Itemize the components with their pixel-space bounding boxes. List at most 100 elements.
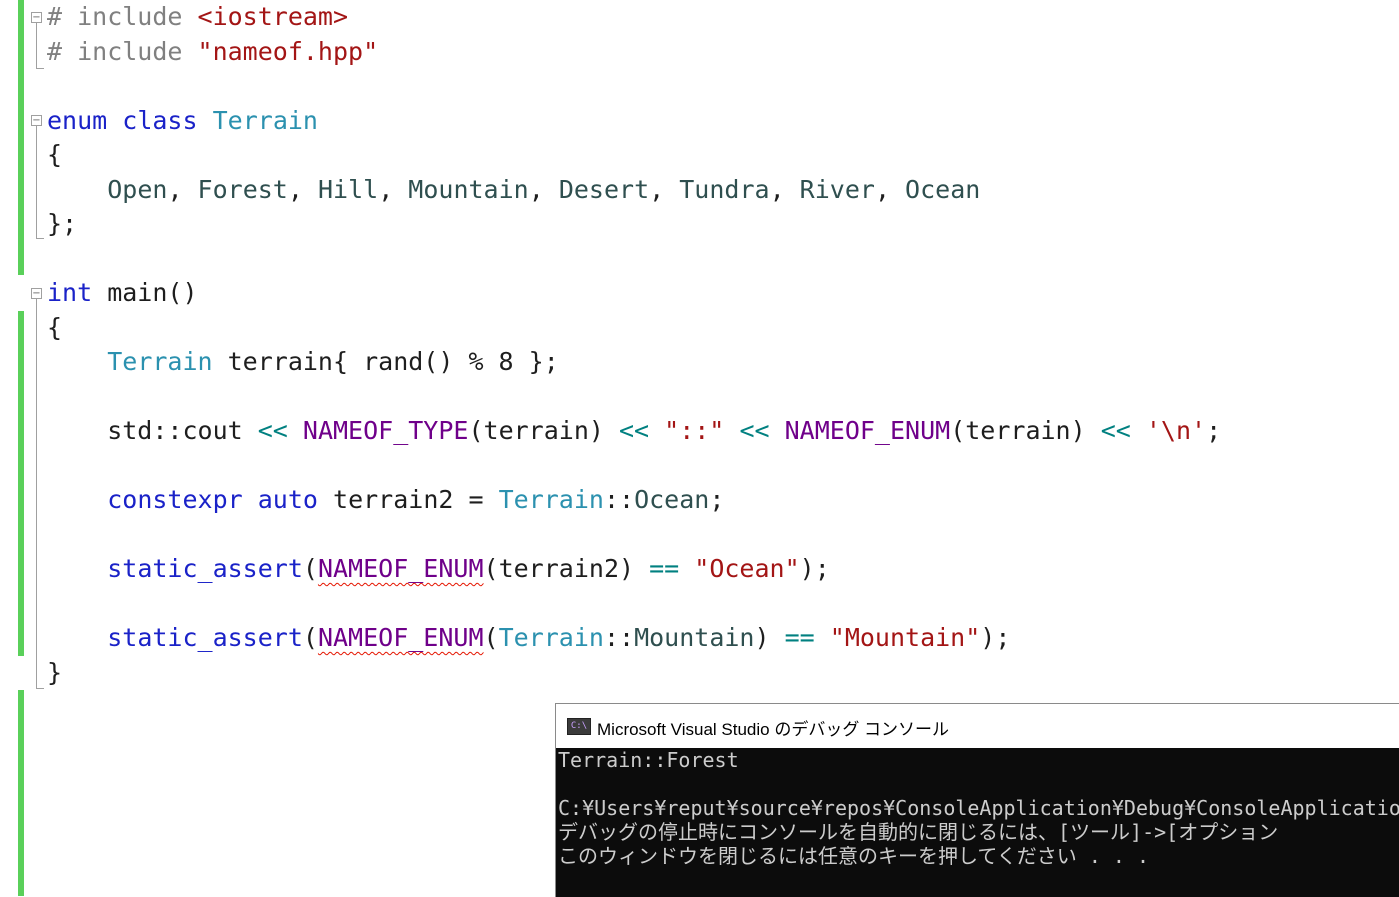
code-token: Terrain xyxy=(107,347,213,376)
code-token: constexpr xyxy=(107,485,243,514)
code-line[interactable]: # include "nameof.hpp" xyxy=(47,35,378,69)
code-token: << xyxy=(618,416,650,445)
change-bar xyxy=(18,311,24,656)
console-line: このウィンドウを閉じるには任意のキーを押してください . . . xyxy=(558,844,1150,868)
code-token: terrain{ rand() % 8 }; xyxy=(212,347,559,376)
code-token: std::cout xyxy=(47,416,258,445)
code-line[interactable]: { xyxy=(47,138,62,172)
code-token: (terrain) xyxy=(950,416,1101,445)
code-token: NAMEOF_ENUM xyxy=(317,554,484,583)
code-token: , xyxy=(769,174,800,204)
code-token: , xyxy=(167,174,198,204)
code-token: Terrain xyxy=(498,623,604,652)
code-line[interactable]: # include <iostream> xyxy=(47,0,348,34)
code-line[interactable]: }; xyxy=(47,207,77,241)
code-token: Forest xyxy=(197,174,288,204)
console-app-icon: C:\ xyxy=(567,718,591,735)
code-token: ( xyxy=(302,623,318,652)
code-token: '\n' xyxy=(1145,416,1207,445)
change-bar xyxy=(18,105,24,275)
fold-end xyxy=(36,238,44,239)
code-token: "::" xyxy=(664,416,725,445)
code-token: }; xyxy=(47,209,78,238)
code-token: # include xyxy=(47,2,198,31)
code-token: == xyxy=(784,623,815,652)
code-token: NAMEOF_TYPE xyxy=(302,416,469,445)
console-line: Terrain::Forest xyxy=(558,748,739,772)
code-token: River xyxy=(799,174,875,204)
code-line[interactable]: static_assert(NAMEOF_ENUM(Terrain::Mount… xyxy=(47,621,1010,655)
code-token: Tundra xyxy=(679,174,770,204)
code-token: } xyxy=(47,657,63,687)
collapse-icon[interactable]: − xyxy=(31,115,42,126)
code-token: class xyxy=(122,105,198,135)
code-token: Ocean xyxy=(634,485,710,514)
change-bar xyxy=(18,690,24,896)
code-line[interactable]: } xyxy=(47,656,62,690)
code-token: "nameof.hpp" xyxy=(197,36,379,66)
code-line[interactable]: { xyxy=(47,311,62,345)
code-token: , xyxy=(378,174,409,204)
code-line[interactable]: Terrain terrain{ rand() % 8 }; xyxy=(47,345,559,379)
code-token: << xyxy=(257,416,288,445)
code-token: , xyxy=(287,174,318,204)
code-token: (terrain2) xyxy=(483,554,650,583)
code-token: << xyxy=(739,416,770,445)
code-token: ( xyxy=(302,554,318,583)
code-line[interactable]: Open, Forest, Hill, Mountain, Desert, Tu… xyxy=(47,173,980,207)
code-token: (terrain) xyxy=(468,416,619,445)
code-token: { xyxy=(47,140,63,169)
console-output[interactable]: Terrain::Forest C:¥Users¥reput¥source¥re… xyxy=(556,748,1399,897)
code-token: NAMEOF_ENUM xyxy=(784,416,951,445)
code-token: enum xyxy=(47,105,108,135)
code-token: auto xyxy=(257,485,318,514)
code-token: == xyxy=(649,554,680,583)
code-token: # include xyxy=(47,36,198,66)
fold-line xyxy=(36,23,37,68)
fold-end xyxy=(36,68,44,69)
code-token: , xyxy=(874,174,906,204)
change-bar xyxy=(18,0,24,105)
code-line[interactable]: constexpr auto terrain2 = Terrain::Ocean… xyxy=(47,483,724,517)
collapse-icon[interactable]: − xyxy=(31,12,42,23)
code-token: main() xyxy=(92,278,198,307)
code-token: { xyxy=(47,312,63,342)
code-token: "Ocean" xyxy=(694,554,800,583)
code-token: ); xyxy=(799,554,830,583)
code-token: Hill xyxy=(317,174,379,204)
code-token: NAMEOF_ENUM xyxy=(317,623,484,652)
code-token: << xyxy=(1100,416,1131,445)
collapse-icon[interactable]: − xyxy=(31,288,42,299)
code-line[interactable]: int main() xyxy=(47,276,198,310)
code-token: ( xyxy=(483,623,499,652)
code-line[interactable]: enum class Terrain xyxy=(47,104,318,138)
code-token: ); xyxy=(980,623,1011,652)
code-token: static_assert xyxy=(107,623,303,652)
console-line: デバッグの停止時にコンソールを自動的に閉じるには、[ツール]->[オプション xyxy=(558,820,1279,844)
code-token: ; xyxy=(709,485,725,514)
code-token: ; xyxy=(1206,416,1222,445)
code-line[interactable]: static_assert(NAMEOF_ENUM(terrain2) == "… xyxy=(47,552,830,586)
code-token: ) xyxy=(754,623,785,652)
code-line[interactable]: std::cout << NAMEOF_TYPE(terrain) << "::… xyxy=(47,414,1221,448)
code-token: int xyxy=(47,278,93,307)
code-token: , xyxy=(528,174,559,204)
console-title-bar[interactable]: C:\ Microsoft Visual Studio のデバッグ コンソール xyxy=(556,704,1399,748)
fold-end xyxy=(36,688,44,689)
code-token: Open xyxy=(107,174,168,204)
code-token: static_assert xyxy=(107,554,303,583)
code-token: Terrain xyxy=(212,105,318,135)
code-token: Terrain xyxy=(498,485,604,514)
fold-line xyxy=(36,126,37,238)
console-title: Microsoft Visual Studio のデバッグ コンソール xyxy=(597,720,950,739)
debug-console-window[interactable]: C:\ Microsoft Visual Studio のデバッグ コンソール … xyxy=(555,703,1399,897)
